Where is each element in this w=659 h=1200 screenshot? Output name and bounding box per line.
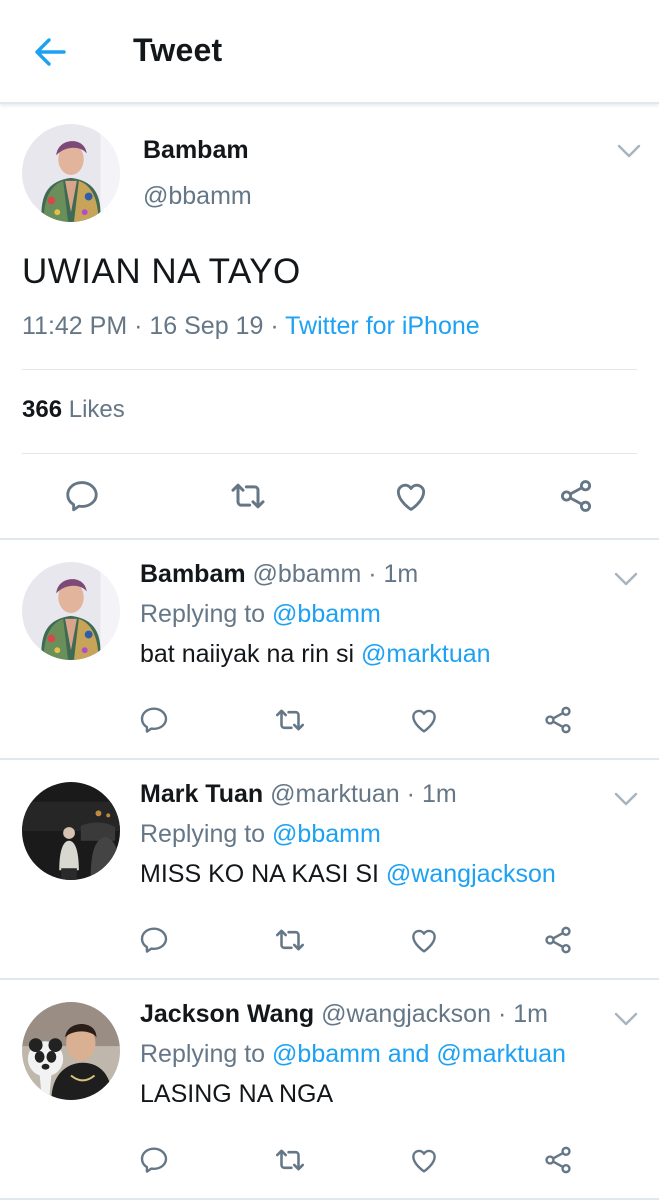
retweet-button[interactable] — [228, 476, 268, 516]
likes-count[interactable]: 366 Likes — [22, 396, 125, 424]
author-name[interactable]: Mark Tuan — [140, 780, 263, 808]
share-button[interactable] — [538, 700, 578, 740]
replying-to-link[interactable]: @bbamm — [272, 820, 381, 848]
likes-number: 366 — [22, 396, 63, 423]
replying-label: Replying to — [140, 820, 266, 848]
like-icon — [392, 477, 430, 515]
main-tweet: Bambam @bbamm UWIAN NA TAYO 11:42 PM · 1… — [0, 106, 659, 540]
like-icon — [408, 924, 440, 956]
top-app-bar: Tweet — [0, 0, 659, 104]
replying-label: Replying to — [140, 600, 266, 628]
reply-button[interactable] — [134, 1140, 174, 1180]
author-handle: @bbamm — [252, 560, 362, 588]
back-arrow-icon — [35, 38, 66, 66]
tweet-time: 11:42 PM — [22, 312, 128, 340]
page-title: Tweet — [133, 32, 223, 68]
retweet-button[interactable] — [270, 920, 310, 960]
reply-button[interactable] — [134, 700, 174, 740]
like-button[interactable] — [404, 920, 444, 960]
tweet-actions — [0, 476, 659, 516]
chevron-down-icon — [613, 1010, 639, 1028]
reply-body: bat naiiyak na rin si — [140, 640, 361, 668]
retweet-icon — [273, 923, 307, 957]
reply-icon — [138, 924, 170, 956]
share-button[interactable] — [538, 1140, 578, 1180]
like-button[interactable] — [404, 700, 444, 740]
chevron-down-icon — [613, 570, 639, 588]
reply-time: 1m — [421, 780, 457, 808]
share-icon — [542, 704, 574, 736]
author-name[interactable]: Bambam — [140, 560, 246, 588]
retweet-icon — [273, 1143, 307, 1177]
tweet-options-button[interactable] — [613, 570, 639, 588]
retweet-icon — [228, 476, 268, 516]
tweet-actions — [0, 700, 659, 740]
tweet-actions — [0, 920, 659, 960]
tweet-date: 16 Sep 19 — [149, 312, 264, 340]
mention-link[interactable]: @wangjackson — [386, 860, 556, 888]
author-handle[interactable]: @bbamm — [143, 182, 252, 211]
replying-to: Replying to @bbamm and @marktuan — [140, 1040, 566, 1069]
avatar[interactable] — [22, 1002, 120, 1100]
share-icon — [557, 477, 595, 515]
reply-button[interactable] — [62, 476, 102, 516]
tweet-text: UWIAN NA TAYO — [22, 252, 301, 291]
replying-to: Replying to @bbamm — [140, 600, 381, 629]
reply-body: LASING NA NGA — [140, 1080, 334, 1108]
retweet-button[interactable] — [270, 1140, 310, 1180]
author-name[interactable]: Jackson Wang — [140, 1000, 314, 1028]
tweet-source-link[interactable]: Twitter for iPhone — [285, 312, 480, 340]
divider — [22, 369, 637, 370]
mention-link[interactable]: @marktuan — [361, 640, 491, 668]
tweet-options-button[interactable] — [616, 142, 642, 160]
like-button[interactable] — [391, 476, 431, 516]
chevron-down-icon — [616, 142, 642, 160]
reply-body: MISS KO NA KASI SI — [140, 860, 386, 888]
chevron-down-icon — [613, 790, 639, 808]
reply-tweet[interactable]: Mark Tuan @marktuan · 1m Replying to @bb… — [0, 760, 659, 980]
tweet-options-button[interactable] — [613, 1010, 639, 1028]
reply-icon — [138, 704, 170, 736]
author-handle: @marktuan — [270, 780, 400, 808]
tweet-actions — [0, 1140, 659, 1180]
replying-to-link[interactable]: @bbamm — [272, 600, 381, 628]
reply-icon — [138, 1144, 170, 1176]
reply-header: Mark Tuan @marktuan · 1m — [140, 780, 457, 808]
author-handle: @wangjackson — [321, 1000, 491, 1028]
reply-tweet[interactable]: Jackson Wang @wangjackson · 1m Replying … — [0, 980, 659, 1200]
likes-label: Likes — [68, 396, 125, 423]
reply-text: bat naiiyak na rin si @marktuan — [140, 640, 491, 669]
reply-text: LASING NA NGA — [140, 1080, 333, 1109]
reply-button[interactable] — [134, 920, 174, 960]
reply-time: 1m — [513, 1000, 548, 1028]
retweet-button[interactable] — [270, 700, 310, 740]
reply-header: Jackson Wang @wangjackson · 1m — [140, 1000, 548, 1028]
reply-time: 1m — [383, 560, 419, 588]
retweet-icon — [273, 703, 307, 737]
reply-tweet[interactable]: Bambam @bbamm · 1m Replying to @bbamm ba… — [0, 540, 659, 760]
tweet-options-button[interactable] — [613, 790, 639, 808]
reply-header: Bambam @bbamm · 1m — [140, 560, 419, 588]
divider — [22, 453, 637, 454]
replying-label: Replying to — [140, 1040, 266, 1068]
tweet-meta: 11:42 PM · 16 Sep 19 · Twitter for iPhon… — [22, 312, 480, 340]
like-button[interactable] — [404, 1140, 444, 1180]
like-icon — [408, 1144, 440, 1176]
avatar[interactable] — [22, 782, 120, 880]
share-icon — [542, 924, 574, 956]
share-icon — [542, 1144, 574, 1176]
replying-to-link[interactable]: @bbamm and @marktuan — [272, 1040, 566, 1068]
share-button[interactable] — [538, 920, 578, 960]
like-icon — [408, 704, 440, 736]
reply-icon — [63, 477, 101, 515]
reply-text: MISS KO NA KASI SI @wangjackson — [140, 860, 556, 889]
author-name[interactable]: Bambam — [143, 136, 249, 165]
avatar[interactable] — [22, 124, 120, 222]
replying-to: Replying to @bbamm — [140, 820, 381, 849]
avatar[interactable] — [22, 562, 120, 660]
share-button[interactable] — [556, 476, 596, 516]
back-button[interactable] — [28, 30, 76, 74]
